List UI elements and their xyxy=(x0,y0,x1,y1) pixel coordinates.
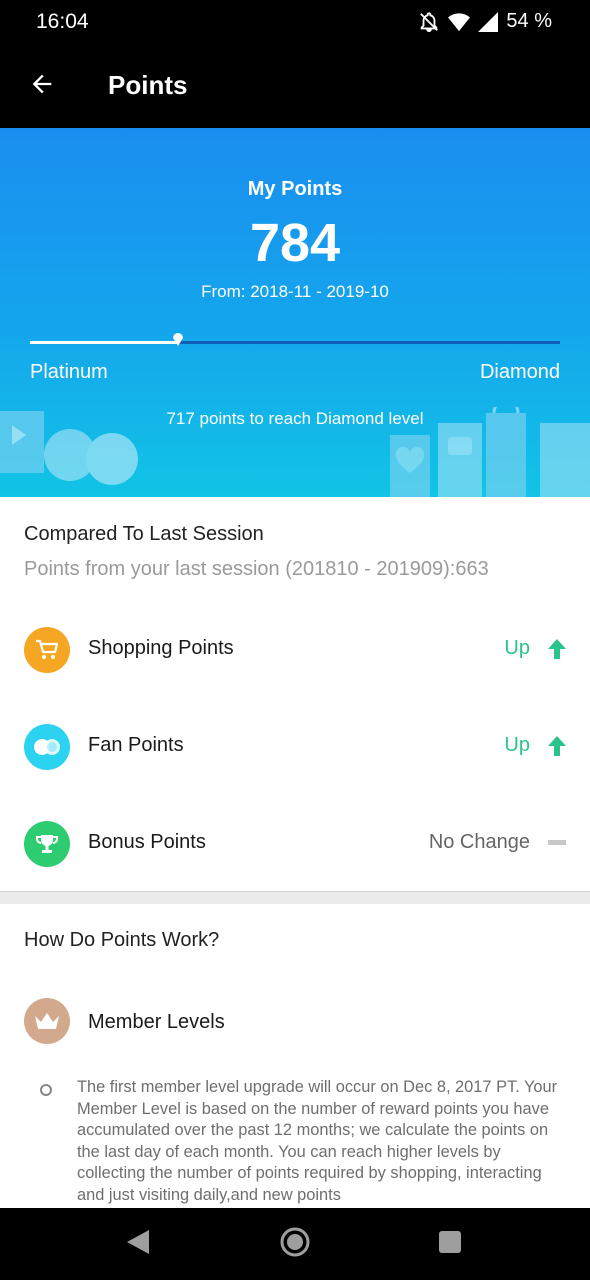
points-value: 784 xyxy=(249,213,341,273)
no-change-icon xyxy=(548,833,566,853)
fan-points-status: Up xyxy=(504,734,530,756)
fan-circles-icon xyxy=(24,724,70,770)
member-levels-description: The first member level upgrade will occu… xyxy=(77,1078,558,1204)
trend-up-icon xyxy=(548,639,566,659)
back-button[interactable] xyxy=(22,66,62,106)
bell-off-icon xyxy=(418,11,440,33)
my-points-label: My Points xyxy=(247,178,343,200)
cart-icon xyxy=(24,627,70,673)
points-hero: My Points 784 From: 2018-11 - 2019-10 Pl… xyxy=(0,128,590,497)
fan-points-row[interactable]: Fan Points Up xyxy=(0,718,590,778)
points-date-range: From: 2018-11 - 2019-10 xyxy=(201,282,389,301)
bonus-points-status: No Change xyxy=(428,831,530,853)
nav-recents-button[interactable] xyxy=(432,1226,468,1262)
next-level-label: Diamond xyxy=(479,361,560,383)
system-nav-bar xyxy=(0,1208,590,1280)
bullet-icon xyxy=(40,1084,52,1096)
nav-back-button[interactable] xyxy=(120,1226,156,1262)
status-icons: 54 % xyxy=(418,10,552,33)
last-session-points: Points from your last session (201810 - … xyxy=(24,558,489,580)
arrow-left-icon xyxy=(28,70,56,103)
section-divider xyxy=(0,891,590,904)
status-time: 16:04 xyxy=(36,10,89,33)
trophy-icon xyxy=(24,821,70,867)
compare-section-title: Compared To Last Session xyxy=(24,523,264,545)
how-points-work-title: How Do Points Work? xyxy=(24,929,220,951)
back-triangle-icon xyxy=(127,1229,149,1259)
bonus-points-label: Bonus Points xyxy=(88,831,206,853)
level-progress-bar xyxy=(30,333,560,346)
bonus-points-row[interactable]: Bonus Points No Change xyxy=(0,815,590,875)
trend-up-icon xyxy=(548,736,566,756)
shopping-points-row[interactable]: Shopping Points Up xyxy=(0,621,590,681)
wifi-icon xyxy=(448,12,471,32)
page-title: Points xyxy=(108,70,188,100)
current-level-label: Platinum xyxy=(30,361,108,383)
signal-icon xyxy=(478,11,499,32)
battery-percent: 54 % xyxy=(506,10,552,32)
home-circle-icon xyxy=(280,1227,310,1262)
decorative-illustration xyxy=(0,407,590,497)
fan-points-label: Fan Points xyxy=(88,734,184,756)
shopping-points-label: Shopping Points xyxy=(88,637,234,659)
progress-marker-icon xyxy=(172,332,184,346)
shopping-points-status: Up xyxy=(504,637,530,659)
status-bar: 16:04 54 % xyxy=(0,0,590,44)
level-progress-fill xyxy=(30,341,179,344)
member-levels-label[interactable]: Member Levels xyxy=(88,1011,225,1034)
nav-home-button[interactable] xyxy=(277,1226,313,1262)
recents-square-icon xyxy=(438,1230,462,1259)
crown-icon xyxy=(24,998,70,1044)
app-bar: Points xyxy=(0,44,590,128)
